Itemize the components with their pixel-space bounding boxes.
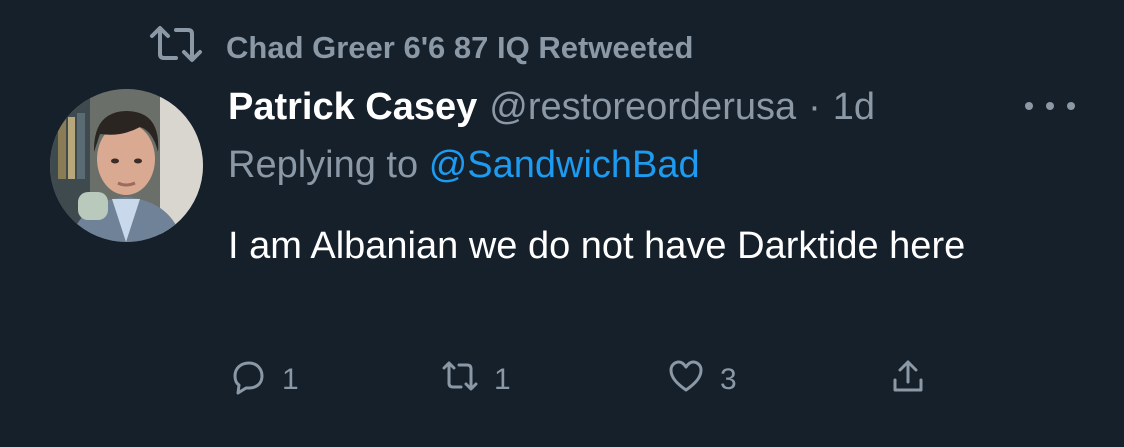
avatar[interactable] — [50, 89, 203, 242]
retweet-icon — [148, 24, 204, 72]
share-button[interactable] — [888, 356, 928, 404]
tweet-actions: 1 1 3 — [228, 356, 948, 406]
share-icon — [888, 356, 928, 404]
reply-count: 1 — [282, 363, 299, 396]
heart-icon — [666, 356, 706, 404]
retweet-icon — [440, 356, 480, 404]
retweet-banner: Chad Greer 6'6 87 IQ Retweeted — [148, 24, 693, 72]
reply-icon — [228, 356, 268, 404]
reply-button[interactable]: 1 — [228, 356, 299, 404]
retweet-banner-text[interactable]: Chad Greer 6'6 87 IQ Retweeted — [226, 30, 693, 66]
more-options-dot-icon — [1046, 102, 1054, 110]
replying-to-line: Replying to @SandwichBad — [228, 144, 700, 187]
tweet-header: Patrick Casey @restoreorderusa · 1d — [228, 86, 875, 129]
like-button[interactable]: 3 — [666, 356, 737, 404]
more-options-dot-icon — [1025, 102, 1033, 110]
tweet-text: I am Albanian we do not have Darktide he… — [228, 225, 966, 267]
author-handle[interactable]: @restoreorderusa — [489, 86, 796, 129]
author-display-name[interactable]: Patrick Casey — [228, 86, 477, 129]
separator-dot: · — [808, 86, 821, 128]
retweet-button[interactable]: 1 — [440, 356, 511, 404]
like-count: 3 — [720, 363, 737, 396]
more-options-dot-icon — [1067, 102, 1075, 110]
tweet[interactable]: Chad Greer 6'6 87 IQ Retweeted Patrick C… — [0, 0, 1124, 447]
retweet-count: 1 — [494, 363, 511, 396]
reply-mention-link[interactable]: @SandwichBad — [429, 144, 700, 186]
replying-to-label: Replying to — [228, 144, 419, 186]
tweet-timestamp[interactable]: 1d — [833, 86, 875, 129]
more-options-button[interactable] — [1025, 96, 1075, 116]
